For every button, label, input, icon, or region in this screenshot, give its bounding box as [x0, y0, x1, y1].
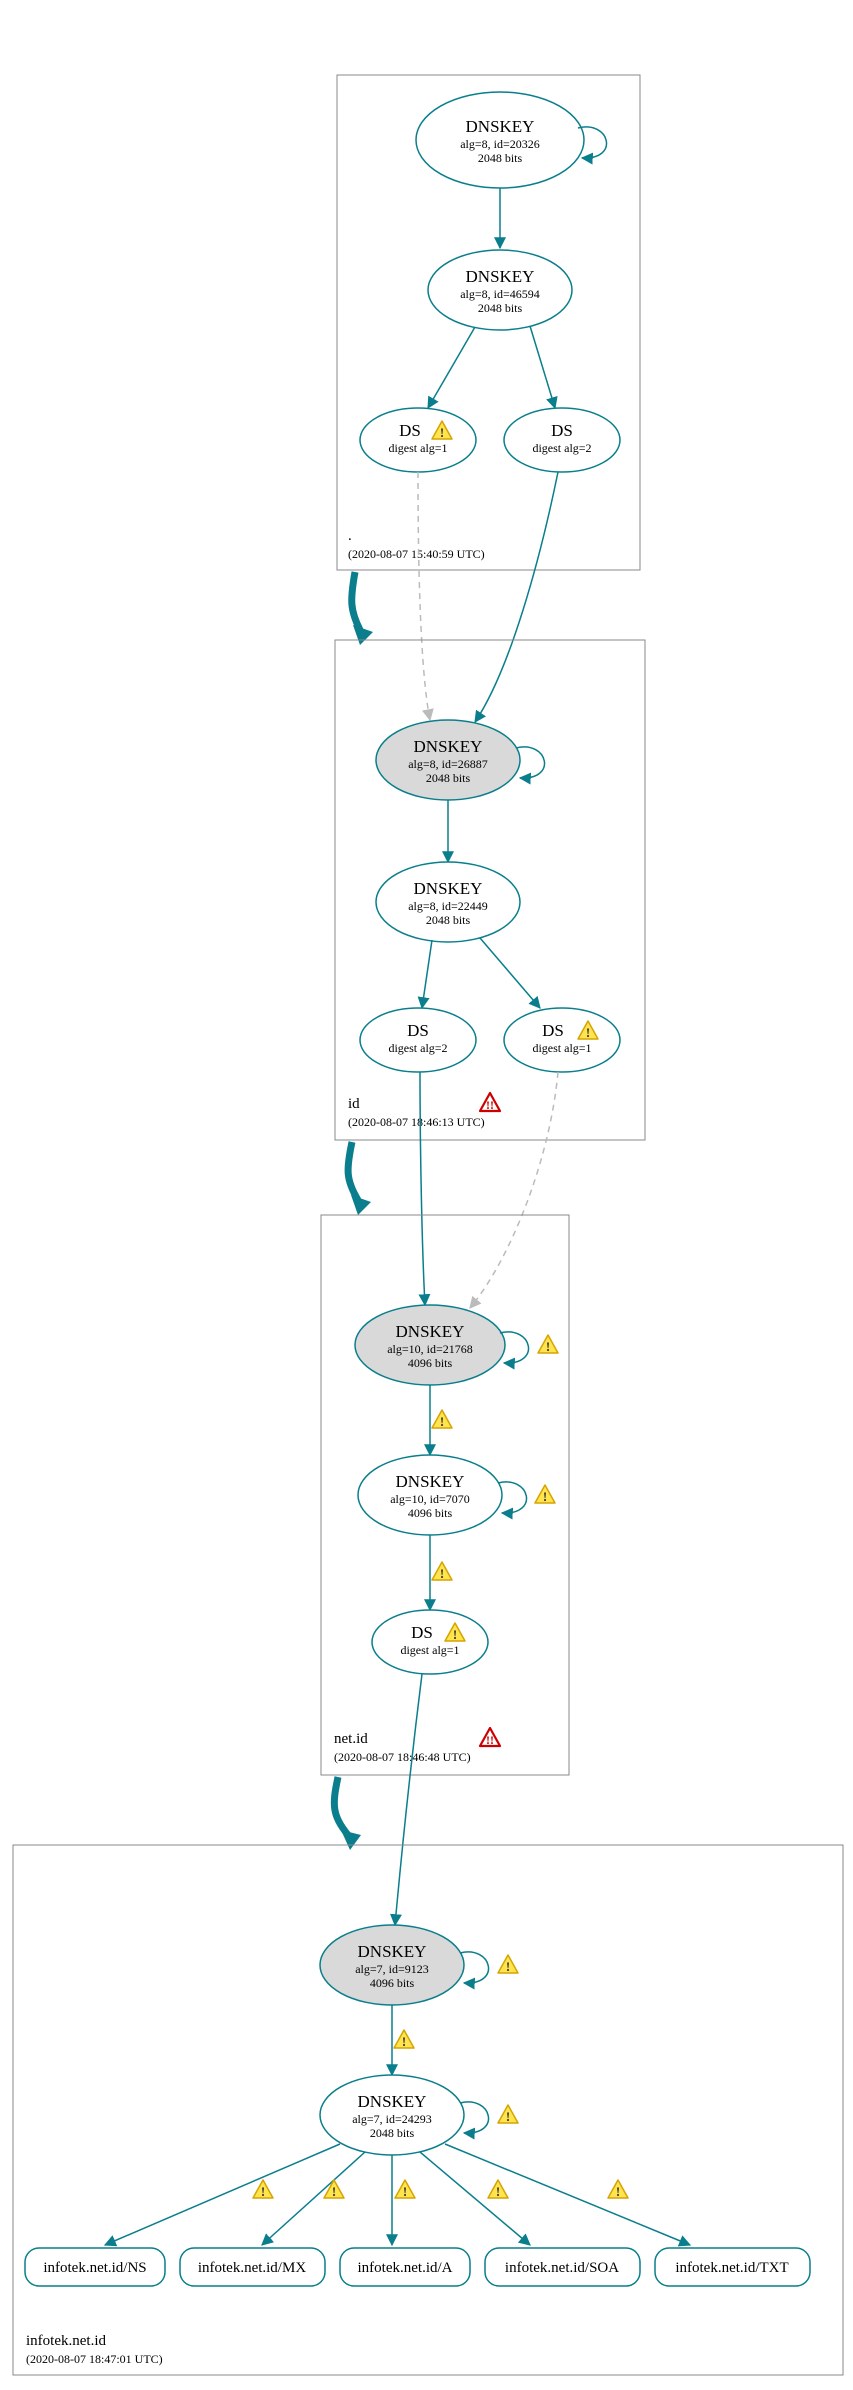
svg-text:infotek.net.id/A: infotek.net.id/A: [358, 2260, 453, 2276]
zone-inf-label: infotek.net.id: [26, 2333, 106, 2349]
record-soa: infotek.net.id/SOA: [485, 2248, 640, 2286]
warning-icon: [395, 2180, 415, 2199]
svg-text:4096 bits: 4096 bits: [370, 1976, 415, 1990]
svg-text:2048 bits: 2048 bits: [426, 913, 471, 927]
record-ns: infotek.net.id/NS: [25, 2248, 165, 2286]
svg-text:alg=10, id=21768: alg=10, id=21768: [387, 1342, 473, 1356]
svg-text:DNSKEY: DNSKEY: [358, 1942, 427, 1961]
warning-icon: [538, 1335, 558, 1354]
node-root-ksk: DNSKEY alg=8, id=20326 2048 bits: [416, 92, 584, 188]
node-id-ds2: DS digest alg=2: [360, 1008, 476, 1072]
svg-text:4096 bits: 4096 bits: [408, 1356, 453, 1370]
svg-text:DNSKEY: DNSKEY: [396, 1472, 465, 1491]
svg-text:DNSKEY: DNSKEY: [414, 879, 483, 898]
warning-icon: [498, 1955, 518, 1974]
warning-icon: [253, 2180, 273, 2199]
svg-text:DS: DS: [399, 421, 421, 440]
node-inf-zsk: DNSKEY alg=7, id=24293 2048 bits: [320, 2075, 464, 2155]
svg-text:2048 bits: 2048 bits: [478, 301, 523, 315]
svg-text:alg=7, id=24293: alg=7, id=24293: [352, 2112, 432, 2126]
node-root-zsk: DNSKEY alg=8, id=46594 2048 bits: [428, 250, 572, 330]
svg-text:infotek.net.id/SOA: infotek.net.id/SOA: [505, 2260, 619, 2276]
svg-text:alg=8, id=26887: alg=8, id=26887: [408, 757, 488, 771]
svg-text:alg=8, id=22449: alg=8, id=22449: [408, 899, 488, 913]
record-txt: infotek.net.id/TXT: [655, 2248, 810, 2286]
node-netid-ds1: DS digest alg=1: [372, 1610, 488, 1674]
svg-text:DS: DS: [407, 1021, 429, 1040]
svg-text:digest alg=2: digest alg=2: [388, 1041, 447, 1055]
zone-inf-time: (2020-08-07 18:47:01 UTC): [26, 2352, 163, 2366]
svg-text:DS: DS: [542, 1021, 564, 1040]
warning-icon: [432, 1410, 452, 1429]
svg-text:digest alg=2: digest alg=2: [532, 441, 591, 455]
svg-text:DNSKEY: DNSKEY: [358, 2092, 427, 2111]
node-inf-ksk: DNSKEY alg=7, id=9123 4096 bits: [320, 1925, 464, 2005]
svg-text:digest alg=1: digest alg=1: [532, 1041, 591, 1055]
svg-text:alg=8, id=46594: alg=8, id=46594: [460, 287, 540, 301]
svg-text:2048 bits: 2048 bits: [370, 2126, 415, 2140]
node-root-ds1: DS digest alg=1: [360, 408, 476, 472]
svg-text:infotek.net.id/MX: infotek.net.id/MX: [198, 2260, 306, 2276]
svg-text:alg=10, id=7070: alg=10, id=7070: [390, 1492, 470, 1506]
warning-icon: [324, 2180, 344, 2199]
svg-text:DNSKEY: DNSKEY: [396, 1322, 465, 1341]
warning-icon: [432, 1562, 452, 1581]
svg-text:DS: DS: [551, 421, 573, 440]
svg-text:infotek.net.id/TXT: infotek.net.id/TXT: [675, 2260, 788, 2276]
svg-text:DNSKEY: DNSKEY: [466, 267, 535, 286]
svg-text:alg=8, id=20326: alg=8, id=20326: [460, 137, 540, 151]
zone-id-time: (2020-08-07 18:46:13 UTC): [348, 1115, 485, 1129]
record-mx: infotek.net.id/MX: [180, 2248, 325, 2286]
node-id-zsk: DNSKEY alg=8, id=22449 2048 bits: [376, 862, 520, 942]
svg-text:DS: DS: [411, 1623, 433, 1642]
node-root-ds2: DS digest alg=2: [504, 408, 620, 472]
record-a: infotek.net.id/A: [340, 2248, 470, 2286]
node-netid-zsk: DNSKEY alg=10, id=7070 4096 bits: [358, 1455, 502, 1535]
warning-icon: [498, 2105, 518, 2124]
svg-text:2048 bits: 2048 bits: [426, 771, 471, 785]
svg-text:alg=7, id=9123: alg=7, id=9123: [355, 1962, 429, 1976]
svg-text:digest alg=1: digest alg=1: [388, 441, 447, 455]
error-icon: [480, 1728, 500, 1747]
svg-text:DNSKEY: DNSKEY: [414, 737, 483, 756]
svg-text:2048 bits: 2048 bits: [478, 151, 523, 165]
svg-text:4096 bits: 4096 bits: [408, 1506, 453, 1520]
node-netid-ksk: DNSKEY alg=10, id=21768 4096 bits: [355, 1305, 505, 1385]
dnssec-graph: ! !! . (2020-08-07 15:40:59 UTC) DNSKEY …: [0, 0, 853, 2390]
svg-text:digest alg=1: digest alg=1: [400, 1643, 459, 1657]
zone-id-label: id: [348, 1096, 360, 1112]
node-id-ksk: DNSKEY alg=8, id=26887 2048 bits: [376, 720, 520, 800]
zone-root-label: .: [348, 528, 352, 544]
node-id-ds1: DS digest alg=1: [504, 1008, 620, 1072]
warning-icon: [608, 2180, 628, 2199]
zone-root-time: (2020-08-07 15:40:59 UTC): [348, 547, 485, 561]
error-icon: [480, 1093, 500, 1112]
warning-icon: [488, 2180, 508, 2199]
svg-text:infotek.net.id/NS: infotek.net.id/NS: [43, 2260, 146, 2276]
warning-icon: [535, 1485, 555, 1504]
warning-icon: [394, 2030, 414, 2049]
svg-text:DNSKEY: DNSKEY: [466, 117, 535, 136]
zone-netid-time: (2020-08-07 18:46:48 UTC): [334, 1750, 471, 1764]
zone-netid-label: net.id: [334, 1731, 368, 1747]
